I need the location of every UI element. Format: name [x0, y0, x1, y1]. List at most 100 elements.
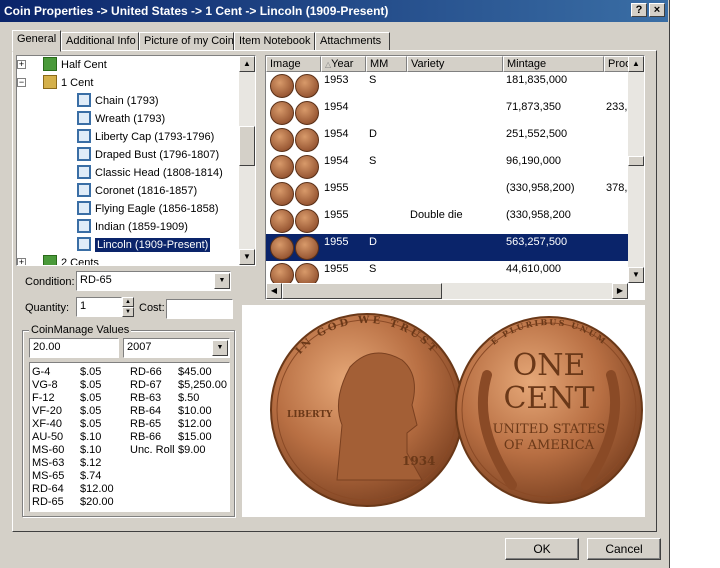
tree-item-wreath[interactable]: Wreath (1793) — [77, 110, 165, 128]
stepper-down-icon[interactable]: ▼ — [122, 307, 134, 317]
tree-item-liberty-cap[interactable]: Liberty Cap (1793-1796) — [77, 128, 214, 146]
cell-year: 1954 — [324, 128, 349, 140]
value-grade: RB-65 — [130, 418, 162, 430]
chevron-down-icon[interactable]: ▼ — [214, 273, 230, 289]
value-price: $.74 — [80, 470, 102, 482]
column-header-mm[interactable]: MM — [366, 56, 407, 72]
expander-icon[interactable]: + — [17, 60, 26, 69]
tree-item-classic-head[interactable]: Classic Head (1808-1814) — [77, 164, 223, 182]
column-header-image[interactable]: Image — [266, 56, 321, 72]
cell-year: 1955 — [324, 263, 349, 275]
value-grade: RD-65 — [32, 496, 64, 508]
value-grade: XF-40 — [32, 418, 62, 430]
tree-item-label: Half Cent — [61, 59, 107, 71]
column-header-proof[interactable]: Proo — [604, 56, 630, 72]
scroll-down-button[interactable]: ▼ — [628, 267, 644, 283]
scroll-down-button[interactable]: ▼ — [239, 249, 255, 265]
tree-item-1-cent[interactable]: − 1 Cent — [17, 74, 94, 92]
coinmanage-values-group: CoinManage Values 20.00 2007 ▼ G-4 $.05 VG… — [22, 324, 235, 517]
list-icon — [77, 129, 91, 143]
table-row[interactable]: 1955 S 44,610,000 — [266, 261, 628, 283]
column-header-year[interactable]: △Year — [321, 56, 366, 72]
tab-item-notebook[interactable]: Item Notebook — [234, 32, 315, 51]
help-button[interactable]: ? — [631, 3, 647, 17]
table-row[interactable]: 1954 S 96,190,000 — [266, 153, 628, 180]
value-price: $12.00 — [80, 483, 114, 495]
scroll-thumb[interactable] — [282, 283, 442, 299]
scroll-right-button[interactable]: ▶ — [612, 283, 628, 299]
chevron-down-icon[interactable]: ▼ — [212, 340, 228, 356]
coin-reverse-thumb-icon — [295, 128, 319, 152]
tree-item-label: 2 Cents — [61, 257, 99, 266]
column-header-mintage[interactable]: Mintage — [503, 56, 604, 72]
tree-item-2-cents[interactable]: + 2 Cents — [17, 254, 99, 266]
cancel-button[interactable]: Cancel — [587, 538, 661, 560]
coin-obverse-thumb-icon — [270, 236, 294, 260]
scroll-thumb[interactable] — [239, 126, 255, 166]
table-row[interactable]: 1955 (330,958,200) 378,2 — [266, 180, 628, 207]
coin-reverse-thumb-icon — [295, 209, 319, 233]
cell-year: 1953 — [324, 74, 349, 86]
tree-item-lincoln[interactable]: Lincoln (1909-Present) — [77, 236, 212, 254]
condition-label: Condition: — [25, 276, 75, 288]
value-price: $.05 — [80, 405, 102, 417]
value-grade: RB-66 — [130, 431, 162, 443]
grid-hscrollbar[interactable]: ◀ ▶ — [266, 283, 628, 299]
close-button[interactable]: × — [649, 3, 665, 17]
value-grade: MS-63 — [32, 457, 65, 469]
tab-picture-of-my-coin[interactable]: Picture of my Coin — [139, 32, 234, 51]
tree-item-coronet[interactable]: Coronet (1816-1857) — [77, 182, 197, 200]
value-grade: RD-64 — [32, 483, 64, 495]
value-price: $.10 — [80, 444, 102, 456]
table-row[interactable]: 1954 71,873,350 233,3 — [266, 99, 628, 126]
grid-vscrollbar[interactable]: ▲ ▼ — [628, 56, 644, 283]
cell-mm: D — [369, 236, 377, 248]
cell-mintage: 563,257,500 — [506, 236, 568, 248]
cost-label: Cost: — [139, 302, 165, 314]
tab-general[interactable]: General — [12, 30, 61, 52]
coin-reverse-thumb-icon — [295, 155, 319, 179]
table-row[interactable]: 1954 D 251,552,500 — [266, 126, 628, 153]
tree-item-label: 1 Cent — [61, 77, 94, 89]
coin-obverse-thumb-icon — [270, 74, 294, 98]
column-header-variety[interactable]: Variety — [407, 56, 503, 72]
coin-properties-dialog: Coin Properties -> United States -> 1 Ce… — [0, 0, 670, 568]
list-icon — [77, 183, 91, 197]
tree-item-half-cent[interactable]: + Half Cent — [17, 56, 107, 74]
tree-item-draped-bust[interactable]: Draped Bust (1796-1807) — [77, 146, 219, 164]
value-grade: VF-20 — [32, 405, 62, 417]
tree-item-flying-eagle[interactable]: Flying Eagle (1856-1858) — [77, 200, 219, 218]
tab-attachments[interactable]: Attachments — [315, 32, 390, 51]
scroll-left-button[interactable]: ◀ — [266, 283, 282, 299]
price-field[interactable]: 20.00 — [29, 338, 119, 358]
scroll-thumb[interactable] — [628, 156, 644, 166]
tab-additional-info[interactable]: Additional Info — [61, 32, 139, 51]
cell-mintage: (330,958,200 — [506, 209, 571, 221]
money-icon — [43, 57, 57, 71]
scroll-up-button[interactable]: ▲ — [239, 56, 255, 72]
condition-select[interactable]: RD-65 — [76, 271, 231, 291]
obverse-year: 1934 — [402, 454, 435, 468]
cell-year: 1955 — [324, 182, 349, 194]
tree-item-label: Liberty Cap (1793-1796) — [95, 131, 215, 143]
ok-button[interactable]: OK — [505, 538, 579, 560]
value-grade: MS-60 — [32, 444, 65, 456]
value-price: $5,250.00 — [178, 379, 227, 391]
expander-icon[interactable]: + — [17, 258, 26, 265]
quantity-field[interactable]: 1 — [76, 297, 122, 317]
cost-field[interactable] — [166, 299, 233, 319]
coin-obverse-thumb-icon — [270, 101, 294, 125]
coin-obverse-thumb-icon — [270, 182, 294, 206]
tree-scrollbar[interactable]: ▲ ▼ — [239, 56, 255, 265]
table-row[interactable]: 1953 S 181,835,000 — [266, 72, 628, 99]
quantity-stepper[interactable]: ▲ ▼ — [122, 297, 134, 317]
coin-grid: Image △Year MM Variety Mintage Proo 1953… — [265, 55, 645, 300]
tree-item-indian[interactable]: Indian (1859-1909) — [77, 218, 188, 236]
scroll-up-button[interactable]: ▲ — [628, 56, 644, 72]
table-row[interactable]: 1955 D 563,257,500 — [266, 234, 628, 261]
tree-item-chain[interactable]: Chain (1793) — [77, 92, 159, 110]
table-row[interactable]: 1955 Double die (330,958,200 — [266, 207, 628, 234]
stepper-up-icon[interactable]: ▲ — [122, 297, 134, 307]
coin-reverse-thumb-icon — [295, 263, 319, 283]
expander-icon[interactable]: − — [17, 78, 26, 87]
